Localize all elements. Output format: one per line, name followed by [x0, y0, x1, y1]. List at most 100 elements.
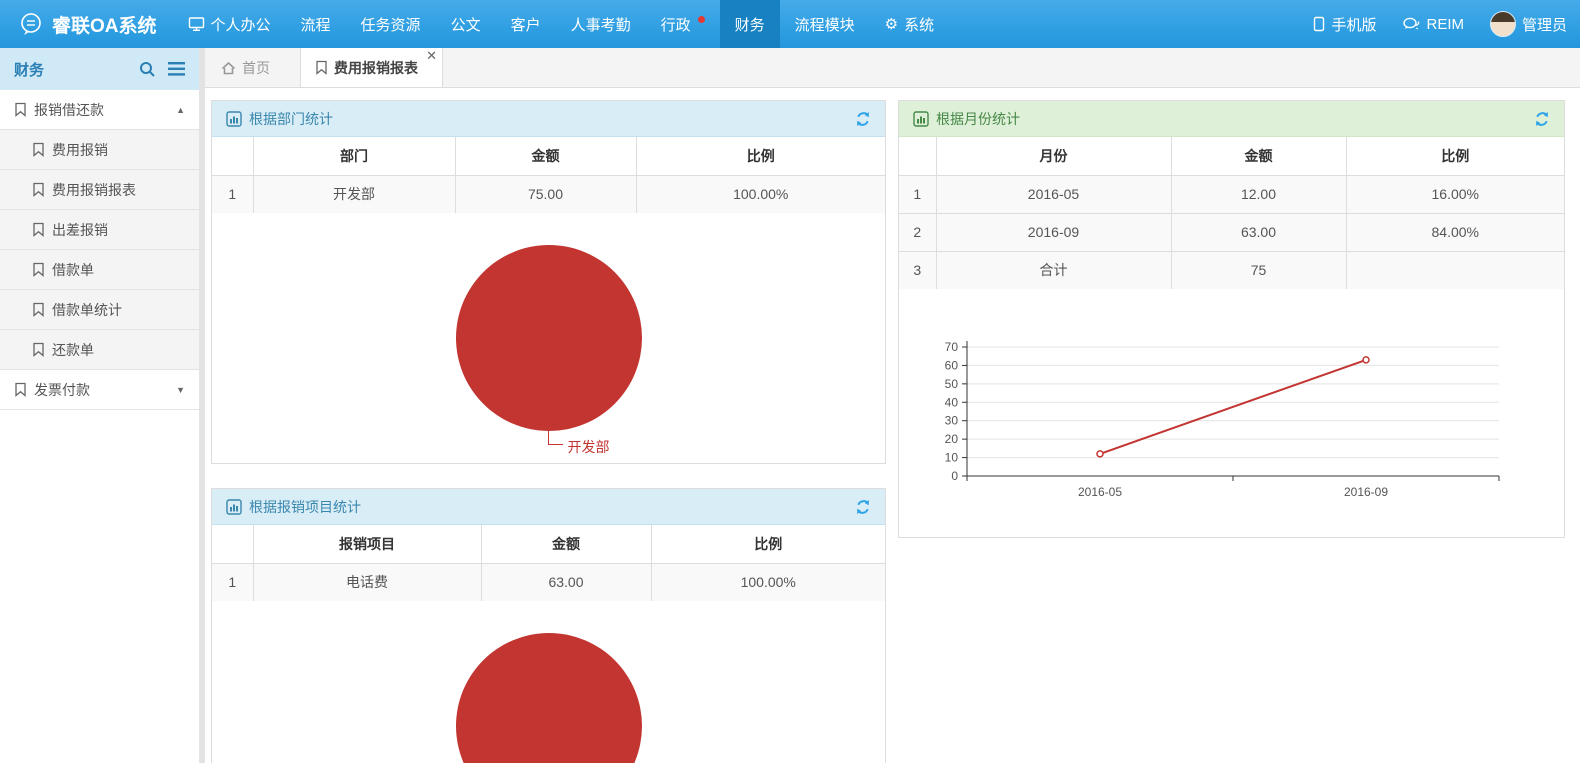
navbar-right: 手机版 REIM 管理员	[1300, 0, 1580, 48]
menu-icon[interactable]	[168, 62, 185, 76]
bookmark-icon	[32, 342, 45, 357]
sidebar-group-invoice-payment[interactable]: 发票付款 ▼	[0, 370, 199, 410]
table-header-row: 月份 金额 比例	[899, 137, 1564, 175]
month-table: 月份 金额 比例 1 2016-05 12.00 16.00% 2 20	[899, 137, 1564, 289]
pie-slice-item[interactable]	[456, 633, 642, 763]
pie-slice-dept[interactable]	[456, 245, 642, 431]
desktop-icon	[188, 16, 205, 32]
tab-close-icon[interactable]: ✕	[426, 49, 437, 62]
pie-label-line	[548, 429, 563, 445]
nav-item-finance[interactable]: 财务	[720, 0, 780, 48]
caret-down-icon: ▼	[176, 385, 185, 395]
svg-text:20: 20	[945, 432, 959, 446]
dept-pie-chart: 开发部	[212, 213, 885, 463]
notification-dot	[698, 16, 705, 23]
user-avatar	[1490, 11, 1516, 37]
brand-logo-icon	[18, 11, 44, 37]
table-row: 1 2016-05 12.00 16.00%	[899, 175, 1564, 213]
nav-item-system[interactable]: ⚙ 系统	[870, 0, 949, 48]
dept-table: 部门 金额 比例 1 开发部 75.00 100.00%	[212, 137, 885, 213]
nav-item-official-doc[interactable]: 公文	[436, 0, 496, 48]
user-menu[interactable]: 管理员	[1477, 0, 1580, 48]
bookmark-icon	[32, 142, 45, 157]
nav-item-personal-office[interactable]: 个人办公	[173, 0, 286, 48]
panel-title: 根据月份统计	[936, 109, 1020, 129]
sidebar-title: 财务	[14, 59, 44, 80]
nav-item-task-resource[interactable]: 任务资源	[346, 0, 436, 48]
bookmark-icon	[32, 222, 45, 237]
sidebar-item-travel-reimburse[interactable]: 出差报销	[0, 210, 199, 250]
bookmark-icon	[315, 60, 328, 75]
bookmark-icon	[32, 302, 45, 317]
app-brand[interactable]: 睿联OA系统	[0, 0, 173, 48]
svg-text:0: 0	[951, 469, 958, 483]
nav-item-customer[interactable]: 客户	[496, 0, 556, 48]
nav-item-administration[interactable]: 行政	[646, 0, 720, 48]
main-menu: 个人办公 流程 任务资源 公文 客户 人事考勤 行政 财务 流程模块 ⚙ 系统	[173, 0, 950, 48]
panel-dept-stats: 根据部门统计 部门 金额 比例 1 开发部	[211, 100, 886, 464]
panel-month-header: 根据月份统计	[899, 101, 1564, 137]
svg-text:60: 60	[945, 358, 959, 372]
mobile-version-button[interactable]: 手机版	[1300, 0, 1389, 48]
home-icon	[221, 61, 236, 75]
month-line-chart[interactable]: 0102030405060702016-052016-09	[905, 329, 1555, 529]
panel-month-stats: 根据月份统计 月份 金额 比例 1 2016-05	[898, 100, 1565, 538]
tab-bar: 首页 费用报销报表 ✕	[205, 48, 1580, 88]
brand-title: 睿联OA系统	[52, 11, 157, 38]
bookmark-icon	[14, 102, 27, 117]
panel-item-header: 根据报销项目统计	[212, 489, 885, 525]
svg-text:2016-09: 2016-09	[1344, 485, 1388, 499]
gear-icon: ⚙	[885, 15, 898, 33]
item-pie-chart	[212, 601, 885, 763]
svg-text:2016-05: 2016-05	[1078, 485, 1122, 499]
month-line-chart-area: 0102030405060702016-052016-09	[899, 289, 1564, 537]
row-index-header	[212, 525, 253, 563]
table-header-row: 部门 金额 比例	[212, 137, 885, 175]
svg-text:10: 10	[945, 451, 959, 465]
bar-chart-icon	[226, 111, 242, 127]
svg-text:70: 70	[945, 340, 959, 354]
caret-up-icon: ▲	[176, 105, 185, 115]
refresh-icon[interactable]	[855, 499, 871, 515]
table-row: 1 开发部 75.00 100.00%	[212, 175, 885, 213]
table-row: 3 合计 75	[899, 251, 1564, 289]
bookmark-icon	[32, 262, 45, 277]
app-frame: 财务 报销借还款 ▲ 费用报销 费用报销报表 出差报销 借款单	[0, 48, 1580, 763]
phone-icon	[1313, 16, 1325, 32]
top-navbar: 睿联OA系统 个人办公 流程 任务资源 公文 客户 人事考勤 行政 财务 流程模…	[0, 0, 1580, 48]
refresh-icon[interactable]	[1534, 111, 1550, 127]
panel-dept-header: 根据部门统计	[212, 101, 885, 137]
panel-title: 根据部门统计	[249, 109, 333, 129]
nav-item-workflow[interactable]: 流程	[286, 0, 346, 48]
sidebar-item-expense-reimburse[interactable]: 费用报销	[0, 130, 199, 170]
svg-text:30: 30	[945, 414, 959, 428]
table-row: 2 2016-09 63.00 84.00%	[899, 213, 1564, 251]
table-header-row: 报销项目 金额 比例	[212, 525, 885, 563]
nav-item-hr-attendance[interactable]: 人事考勤	[556, 0, 646, 48]
main-area: 首页 费用报销报表 ✕ 根据部门统计	[205, 48, 1580, 763]
nav-item-workflow-module[interactable]: 流程模块	[780, 0, 870, 48]
content-area: 根据部门统计 部门 金额 比例 1 开发部	[205, 88, 1580, 763]
sidebar-item-expense-report[interactable]: 费用报销报表	[0, 170, 199, 210]
reim-button[interactable]: REIM	[1389, 0, 1477, 48]
left-column: 根据部门统计 部门 金额 比例 1 开发部	[211, 100, 886, 763]
tab-expense-report[interactable]: 费用报销报表 ✕	[300, 48, 443, 87]
bar-chart-icon	[913, 111, 929, 127]
sidebar-item-loan-stats[interactable]: 借款单统计	[0, 290, 199, 330]
right-column: 根据月份统计 月份 金额 比例 1 2016-05	[898, 100, 1565, 763]
svg-text:50: 50	[945, 377, 959, 391]
search-icon[interactable]	[139, 61, 156, 78]
panel-item-stats: 根据报销项目统计 报销项目 金额 比例 1 电话费	[211, 488, 886, 763]
refresh-icon[interactable]	[855, 111, 871, 127]
pie-label: 开发部	[568, 437, 610, 457]
tab-home[interactable]: 首页	[205, 48, 286, 87]
row-index-header	[212, 137, 253, 175]
sidebar-item-repayment-form[interactable]: 还款单	[0, 330, 199, 370]
bar-chart-icon	[226, 499, 242, 515]
sidebar-group-reimburse-loan[interactable]: 报销借还款 ▲	[0, 90, 199, 130]
bookmark-icon	[14, 382, 27, 397]
chat-icon	[1402, 16, 1420, 32]
row-index-header	[899, 137, 936, 175]
sidebar-header: 财务	[0, 48, 199, 90]
sidebar-item-loan-form[interactable]: 借款单	[0, 250, 199, 290]
